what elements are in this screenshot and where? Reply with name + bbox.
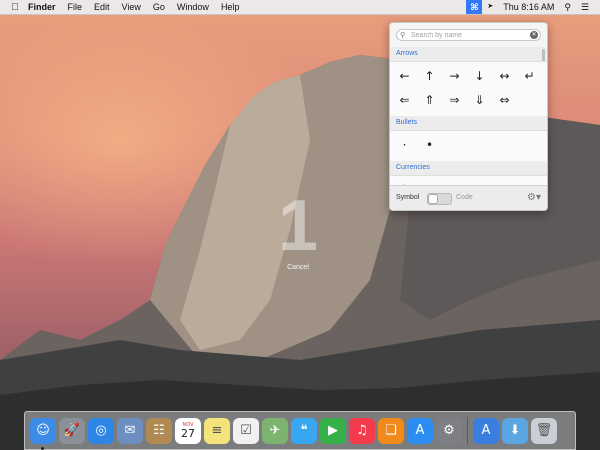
dock-documents-icon[interactable]: ⬇ — [502, 417, 528, 444]
dock-reminders-icon[interactable]: ☑ — [233, 417, 259, 444]
character-cell[interactable]: ⇓ — [467, 88, 492, 112]
character-cell[interactable]: ¢ — [417, 178, 442, 185]
glyph-grid-arrows: ← ↑ → ↓ ↔ ↵ ⇐ ⇑ ⇒ ⇓ ⇔ — [390, 62, 547, 116]
clear-search-icon[interactable]: ✕ — [530, 31, 538, 39]
dock-contacts-icon[interactable]: ☷ — [146, 417, 172, 444]
running-indicator — [41, 446, 44, 450]
character-cell[interactable]: € — [517, 178, 542, 185]
menu-bar:  Finder File Edit View Go Window Help ⌘… — [0, 0, 600, 15]
menu-finder[interactable]: Finder — [22, 0, 62, 14]
menu-window[interactable]: Window — [171, 0, 215, 14]
character-cell[interactable]: ↔ — [492, 64, 517, 88]
dock-finder-icon[interactable]: ☺ — [30, 417, 56, 450]
calendar-day-label: 27 — [181, 427, 195, 440]
symbol-label: Symbol — [396, 194, 420, 201]
search-box: ⚲ ✕ — [396, 29, 541, 41]
search-icon: ⚲ — [400, 32, 406, 39]
character-cell[interactable]: ↓ — [467, 64, 492, 88]
search-input[interactable] — [396, 29, 541, 41]
category-header-arrows: Arrows — [390, 47, 547, 62]
glyph-grid-bullets: · • — [390, 131, 547, 161]
cursor-icon: ➤ — [487, 3, 494, 10]
dock-downloads-icon[interactable]: A — [473, 417, 499, 444]
character-cell[interactable]: · — [392, 133, 417, 157]
screenshot-countdown: 1 Cancel — [268, 190, 328, 271]
spotlight-icon[interactable]: ⚲ — [559, 0, 576, 14]
dock-app-store-icon[interactable]: A — [407, 417, 433, 444]
dock-facetime-icon[interactable]: ▶ — [320, 417, 346, 444]
character-list: Arrows←↑→↓↔↵⇐⇑⇒⇓⇔Bullets·•Currencies$¢£¤… — [390, 47, 547, 185]
character-cell[interactable]: ⇑ — [417, 88, 442, 112]
category-header-currencies: Currencies — [390, 161, 547, 176]
dock: ☺ 🚀 ◎ ✉ ☷ NOV 27 ≡ ☑ ✈ ❝ ▶ ♫ ❑ A ⚙ A ⬇ 🗑 — [24, 411, 576, 450]
character-cell[interactable]: ⇒ — [442, 88, 467, 112]
popover-footer: Symbol Code ⚙▾ — [390, 185, 547, 210]
dock-safari-icon[interactable]: ◎ — [88, 417, 114, 444]
character-cell[interactable]: ¤ — [467, 178, 492, 185]
character-cell[interactable]: $ — [392, 178, 417, 185]
symbol-code-toggle[interactable] — [427, 193, 452, 205]
dock-separator — [467, 416, 468, 445]
menu-file[interactable]: File — [62, 0, 89, 14]
character-cell[interactable]: ⇐ — [392, 88, 417, 112]
countdown-number: 1 — [277, 186, 319, 266]
dock-notes-icon[interactable]: ≡ — [204, 417, 230, 444]
gear-menu-icon[interactable]: ⚙▾ — [527, 192, 541, 203]
category-header-bullets: Bullets — [390, 116, 547, 131]
character-cell[interactable]: ¥ — [492, 178, 517, 185]
character-cell[interactable]: ↵ — [517, 64, 542, 88]
character-cell[interactable]: ⇔ — [492, 88, 517, 112]
apple-menu-icon[interactable]:  — [8, 2, 22, 13]
glyph-grid-currencies: $¢£¤¥€ — [390, 176, 547, 185]
menu-go[interactable]: Go — [147, 0, 171, 14]
code-label: Code — [456, 194, 473, 201]
character-cell[interactable]: ← — [392, 64, 417, 88]
scrollbar[interactable] — [542, 49, 545, 61]
cancel-countdown-button[interactable]: Cancel — [268, 264, 328, 271]
dock-maps-icon[interactable]: ✈ — [262, 417, 288, 444]
dock-ibooks-icon[interactable]: ❑ — [378, 417, 404, 444]
character-viewer-icon[interactable]: ⌘ — [466, 0, 483, 14]
clock-menu[interactable]: Thu 8:16 AM — [498, 0, 559, 14]
dock-calendar-icon[interactable]: NOV 27 — [175, 417, 201, 444]
dock-itunes-icon[interactable]: ♫ — [349, 417, 375, 444]
character-cell[interactable]: £ — [442, 178, 467, 185]
notification-center-icon[interactable]: ☰ — [576, 0, 594, 14]
dock-system-preferences-icon[interactable]: ⚙ — [436, 417, 462, 444]
dock-messages-icon[interactable]: ❝ — [291, 417, 317, 444]
toggle-knob — [428, 194, 438, 204]
character-cell[interactable]: • — [417, 133, 442, 157]
character-viewer-popover: ⚲ ✕ Arrows←↑→↓↔↵⇐⇑⇒⇓⇔Bullets·•Currencies… — [389, 22, 548, 211]
character-cell[interactable]: ↑ — [417, 64, 442, 88]
dock-trash-icon[interactable]: 🗑 — [531, 417, 557, 444]
menu-help[interactable]: Help — [215, 0, 246, 14]
dock-launchpad-icon[interactable]: 🚀 — [59, 417, 85, 444]
dock-mail-icon[interactable]: ✉ — [117, 417, 143, 444]
menu-edit[interactable]: Edit — [88, 0, 116, 14]
character-cell[interactable]: → — [442, 64, 467, 88]
menu-view[interactable]: View — [116, 0, 147, 14]
